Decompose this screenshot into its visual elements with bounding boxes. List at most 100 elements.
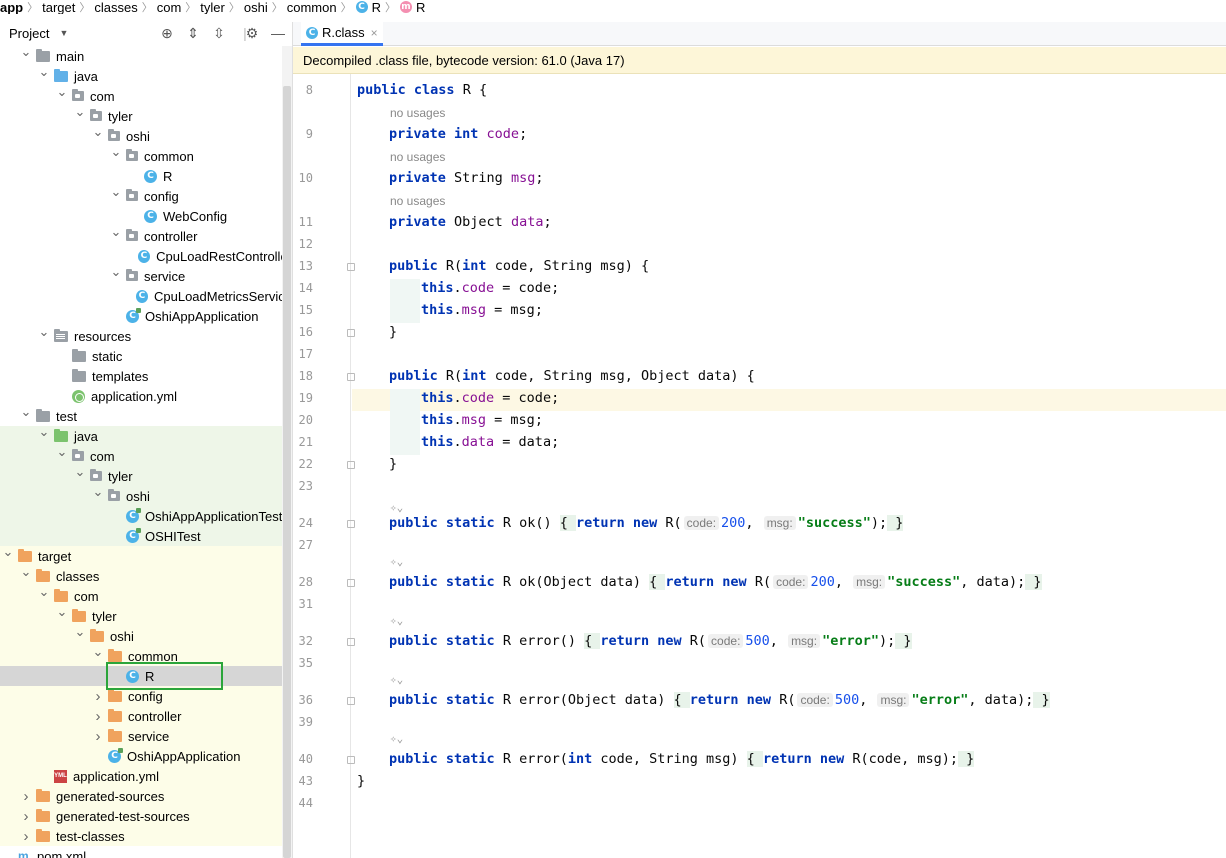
- tree-item[interactable]: CR: [0, 166, 292, 186]
- code-line[interactable]: this.code = code;: [357, 390, 559, 406]
- chevron-down-icon[interactable]: ⌄: [110, 224, 122, 240]
- chevron-down-icon[interactable]: ⌄: [92, 644, 104, 660]
- breadcrumb-item[interactable]: classes: [94, 0, 137, 14]
- tree-item[interactable]: ⌄ tyler: [0, 604, 292, 626]
- ai-assist-icon[interactable]: ✧⌄: [390, 501, 403, 514]
- code-line[interactable]: public static R error(int code, String m…: [357, 751, 975, 767]
- tree-item[interactable]: ⌄ target: [0, 544, 292, 566]
- tree-item[interactable]: static: [0, 346, 292, 366]
- fold-marker-icon[interactable]: [347, 756, 355, 764]
- code-line[interactable]: public R(int code, String msg) {: [357, 258, 649, 274]
- chevron-right-icon[interactable]: ›: [92, 728, 104, 745]
- tree-item[interactable]: ⌄ common: [0, 644, 292, 666]
- chevron-down-icon[interactable]: ⌄: [92, 484, 104, 500]
- tree-item[interactable]: ⌄ config: [0, 184, 292, 206]
- ai-assist-icon[interactable]: ✧⌄: [390, 732, 403, 745]
- tree-item[interactable]: ⌄ java: [0, 64, 292, 86]
- tree-item[interactable]: ⌄ controller: [0, 224, 292, 246]
- breadcrumb-item[interactable]: mR: [399, 0, 425, 14]
- tree-item[interactable]: ⌄ com: [0, 584, 292, 606]
- code-line[interactable]: public static R error() { return new R(c…: [357, 633, 912, 649]
- fold-marker-icon[interactable]: [347, 520, 355, 528]
- tree-item[interactable]: › generated-sources: [0, 786, 292, 806]
- tree-item[interactable]: › test-classes: [0, 826, 292, 846]
- code-line[interactable]: private String msg;: [357, 170, 543, 186]
- tree-item[interactable]: C OSHITest: [0, 526, 292, 546]
- tree-item[interactable]: › service: [0, 726, 292, 746]
- tree-item[interactable]: YML application.yml: [0, 766, 292, 786]
- tree-item[interactable]: › controller: [0, 706, 292, 726]
- gear-icon[interactable]: ⚙: [244, 25, 260, 42]
- collapse-all-icon[interactable]: ⇳: [211, 25, 227, 42]
- breadcrumb-item[interactable]: oshi: [244, 0, 268, 14]
- code-line[interactable]: public static R ok(Object data) { return…: [357, 574, 1042, 590]
- ai-assist-icon[interactable]: ✧⌄: [390, 555, 403, 568]
- chevron-down-icon[interactable]: ⌄: [110, 184, 122, 200]
- code-line[interactable]: private int code;: [357, 126, 527, 142]
- fold-marker-icon[interactable]: [347, 373, 355, 381]
- chevron-down-icon[interactable]: ⌄: [56, 604, 68, 620]
- chevron-right-icon[interactable]: ›: [92, 708, 104, 725]
- usage-hint[interactable]: no usages: [390, 150, 445, 164]
- code-line[interactable]: this.data = data;: [357, 434, 559, 450]
- tree-item[interactable]: CR: [0, 666, 292, 686]
- code-line[interactable]: }: [357, 324, 397, 340]
- breadcrumb-item[interactable]: com: [157, 0, 182, 14]
- chevron-down-icon[interactable]: ⌄: [74, 464, 86, 480]
- tab-r-class[interactable]: C R.class ×: [301, 22, 383, 46]
- code-line[interactable]: this.msg = msg;: [357, 302, 543, 318]
- tree-item[interactable]: ⌄ tyler: [0, 104, 292, 126]
- fold-marker-icon[interactable]: [347, 263, 355, 271]
- tree-item[interactable]: ⌄ classes: [0, 564, 292, 586]
- breadcrumb-item[interactable]: common: [287, 0, 337, 14]
- fold-marker-icon[interactable]: [347, 579, 355, 587]
- code-line[interactable]: public static R error(Object data) { ret…: [357, 692, 1050, 708]
- ai-assist-icon[interactable]: ✧⌄: [390, 614, 403, 627]
- chevron-down-icon[interactable]: ⌄: [20, 564, 32, 580]
- close-icon[interactable]: ×: [371, 26, 378, 40]
- tree-item[interactable]: › config: [0, 686, 292, 706]
- tree-item[interactable]: application.yml: [0, 386, 292, 406]
- usage-hint[interactable]: no usages: [390, 106, 445, 120]
- chevron-down-icon[interactable]: ⌄: [92, 124, 104, 140]
- chevron-down-icon[interactable]: ⌄: [74, 624, 86, 640]
- tree-item[interactable]: ⌄ tyler: [0, 464, 292, 486]
- breadcrumb-item[interactable]: CR: [355, 0, 381, 14]
- code-line[interactable]: public R(int code, String msg, Object da…: [357, 368, 755, 384]
- chevron-right-icon[interactable]: ›: [20, 808, 32, 825]
- chevron-down-icon[interactable]: ⌄: [38, 584, 50, 600]
- code-line[interactable]: public class R {: [357, 82, 487, 98]
- chevron-right-icon[interactable]: ›: [20, 828, 32, 845]
- usage-hint[interactable]: no usages: [390, 194, 445, 208]
- chevron-down-icon[interactable]: ⌄: [110, 144, 122, 160]
- tree-item[interactable]: ⌄ service: [0, 264, 292, 286]
- chevron-down-icon[interactable]: ⌄: [20, 404, 32, 420]
- chevron-right-icon[interactable]: ›: [20, 788, 32, 805]
- tree-item[interactable]: ⌄ resources: [0, 324, 292, 346]
- tree-item[interactable]: C CpuLoadRestController: [0, 246, 292, 266]
- locate-icon[interactable]: ⊕: [159, 25, 175, 42]
- code-line[interactable]: this.msg = msg;: [357, 412, 543, 428]
- tree-item[interactable]: ⌄ java: [0, 424, 292, 446]
- tree-item[interactable]: ⌄ common: [0, 144, 292, 166]
- chevron-down-icon[interactable]: ⌄: [38, 324, 50, 340]
- tree-item[interactable]: ⌄ oshi: [0, 624, 292, 646]
- chevron-down-icon[interactable]: ⌄: [38, 64, 50, 80]
- tree-item[interactable]: C CpuLoadMetricsService: [0, 286, 292, 306]
- chevron-down-icon[interactable]: ⌄: [110, 264, 122, 280]
- tree-item[interactable]: ⌄ com: [0, 84, 292, 106]
- expand-all-icon[interactable]: ⇕: [185, 25, 201, 42]
- tree-item[interactable]: ⌄ oshi: [0, 124, 292, 146]
- fold-marker-icon[interactable]: [347, 461, 355, 469]
- chevron-down-icon[interactable]: ⌄: [2, 544, 14, 560]
- tree-item[interactable]: ⌄ main: [0, 46, 292, 66]
- chevron-right-icon[interactable]: ›: [92, 688, 104, 705]
- breadcrumb-item[interactable]: tyler: [200, 0, 225, 14]
- tree-item[interactable]: ⌄ com: [0, 444, 292, 466]
- project-title[interactable]: Project: [9, 26, 49, 41]
- code-line[interactable]: private Object data;: [357, 214, 552, 230]
- code-area[interactable]: 8 public class R {no usages 9 private int c…: [293, 74, 1226, 858]
- breadcrumb-item[interactable]: app: [0, 0, 23, 14]
- fold-marker-icon[interactable]: [347, 638, 355, 646]
- chevron-down-icon[interactable]: ⌄: [56, 84, 68, 100]
